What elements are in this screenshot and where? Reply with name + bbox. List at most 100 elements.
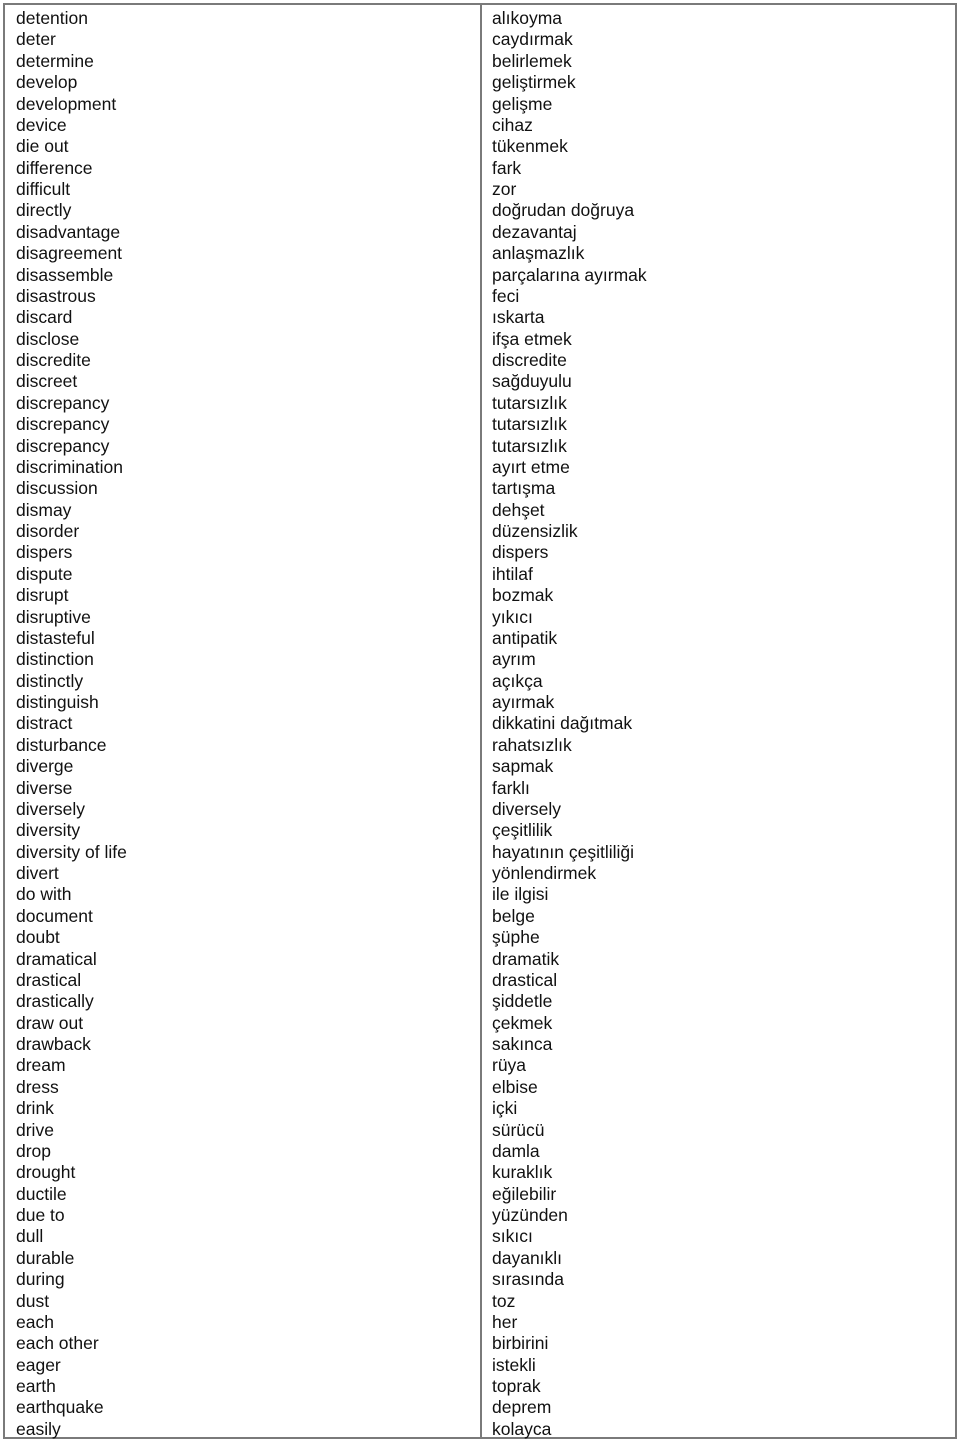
english-word: drop (16, 1140, 52, 1161)
english-word: easily (16, 1418, 61, 1439)
turkish-translation: doğrudan doğruya (492, 200, 635, 221)
english-word: discreet (16, 371, 78, 392)
turkish-translation: yüzünden (492, 1205, 568, 1225)
turkish-translation: sıkıcı (492, 1226, 533, 1247)
english-word: discrimination (16, 456, 123, 477)
english-word: discredite (16, 350, 91, 370)
english-word: disadvantage (16, 221, 121, 242)
english-word: drawback (16, 1034, 91, 1054)
english-word: disruptive (16, 606, 91, 627)
english-word: doubt (16, 927, 60, 948)
english-word: dispers (16, 542, 73, 563)
turkish-translation: toprak (492, 1376, 541, 1396)
english-word: discrepancy (16, 435, 110, 456)
turkish-translation: ayırt etme (492, 456, 570, 477)
turkish-translation: düzensizlik (492, 521, 578, 541)
english-word: eager (16, 1354, 61, 1375)
turkish-translation: tükenmek (492, 136, 568, 157)
english-word: drastically (16, 991, 94, 1012)
turkish-translation: drastical (492, 969, 558, 990)
english-word: dispute (16, 563, 73, 584)
english-word: distinction (16, 649, 94, 670)
english-word: disorder (16, 521, 80, 541)
english-word: difference (16, 157, 93, 178)
turkish-translation: rüya (492, 1055, 527, 1076)
turkish-translation: tutarsızlık (492, 414, 567, 435)
english-word: each other (16, 1333, 99, 1354)
turkish-translation: kolayca (492, 1418, 552, 1439)
turkish-translation: ifşa etmek (492, 328, 572, 349)
english-word: dismay (16, 499, 72, 520)
english-word: durable (16, 1247, 75, 1268)
turkish-translation: tartışma (492, 478, 556, 499)
english-word: during (16, 1269, 65, 1290)
english-word: draw out (16, 1012, 84, 1033)
turkish-translation: eğilebilir (492, 1183, 557, 1204)
turkish-translation: kuraklık (492, 1162, 553, 1183)
turkish-translation: açıkça (492, 670, 543, 691)
english-word: disassemble (16, 264, 114, 285)
english-word: divert (16, 863, 59, 883)
english-word: drought (16, 1162, 76, 1183)
turkish-translation: tutarsızlık (492, 392, 567, 413)
english-word: diverse (16, 777, 73, 798)
english-word: discussion (16, 478, 98, 499)
english-word: drive (16, 1119, 54, 1140)
turkish-translation: ayrım (492, 649, 536, 670)
turkish-translation: sakınca (492, 1034, 553, 1054)
turkish-translation: ile ilgisi (492, 884, 549, 905)
turkish-translation: sürücü (492, 1119, 545, 1140)
turkish-translation: şüphe (492, 927, 540, 948)
turkish-translation: dehşet (492, 499, 545, 520)
turkish-translation: dispers (492, 542, 549, 563)
english-word: discrepancy (16, 392, 110, 413)
english-word: ductile (16, 1183, 67, 1204)
turkish-translation: dayanıklı (492, 1247, 563, 1268)
vocabulary-table: detention deter determine develop developmen… (3, 3, 957, 1439)
turkish-translation: birbirini (492, 1333, 549, 1354)
turkish-translation: diversely (492, 798, 562, 819)
turkish-translation: şiddetle (492, 991, 553, 1012)
english-word: do with (16, 884, 72, 905)
english-word: due to (16, 1205, 65, 1225)
turkish-translation: tutarsızlık (492, 435, 567, 456)
english-word: directly (16, 200, 72, 221)
turkish-translation: discredite (492, 350, 567, 370)
turkish-translation: elbise (492, 1076, 538, 1097)
english-word: disastrous (16, 285, 96, 306)
turkish-translation: hayatının çeşitliliği (492, 841, 635, 862)
english-word: dull (16, 1226, 44, 1247)
turkish-translation: cihaz (492, 114, 533, 135)
turkish-translation: alıkoyma (492, 8, 563, 28)
turkish-translation: sapmak (492, 756, 554, 777)
turkish-translation: antipatik (492, 627, 558, 648)
english-word: each (16, 1311, 54, 1332)
english-word: development (16, 93, 117, 114)
turkish-translation: geliştirmek (492, 72, 576, 93)
turkish-translation: anlaşmazlık (492, 243, 585, 264)
turkish-translation: zor (492, 179, 517, 199)
english-word: deter (16, 29, 56, 50)
turkish-translation: çeşitlilik (492, 820, 553, 841)
turkish-column: alıkoyma caydırmak belirlemek geliştirmek ge… (492, 8, 647, 1440)
english-word: distract (16, 713, 73, 734)
turkish-translation: çekmek (492, 1012, 553, 1033)
english-word: develop (16, 72, 78, 93)
turkish-translation: caydırmak (492, 29, 573, 50)
turkish-translation: feci (492, 285, 520, 306)
turkish-translation: dikkatini dağıtmak (492, 713, 633, 734)
turkish-translation: gelişme (492, 93, 553, 114)
english-word: discard (16, 307, 73, 328)
turkish-translation: istekli (492, 1354, 536, 1375)
english-word: difficult (16, 179, 71, 199)
turkish-translation: her (492, 1311, 518, 1332)
english-word: dust (16, 1290, 50, 1311)
english-word: distinguish (16, 692, 99, 712)
turkish-translation: damla (492, 1140, 540, 1161)
turkish-translation: sağduyulu (492, 371, 572, 392)
english-word: diversity (16, 820, 81, 841)
english-word: dress (16, 1076, 59, 1097)
turkish-translation: fark (492, 157, 522, 178)
english-word: distasteful (16, 627, 95, 648)
english-word: drastical (16, 969, 82, 990)
